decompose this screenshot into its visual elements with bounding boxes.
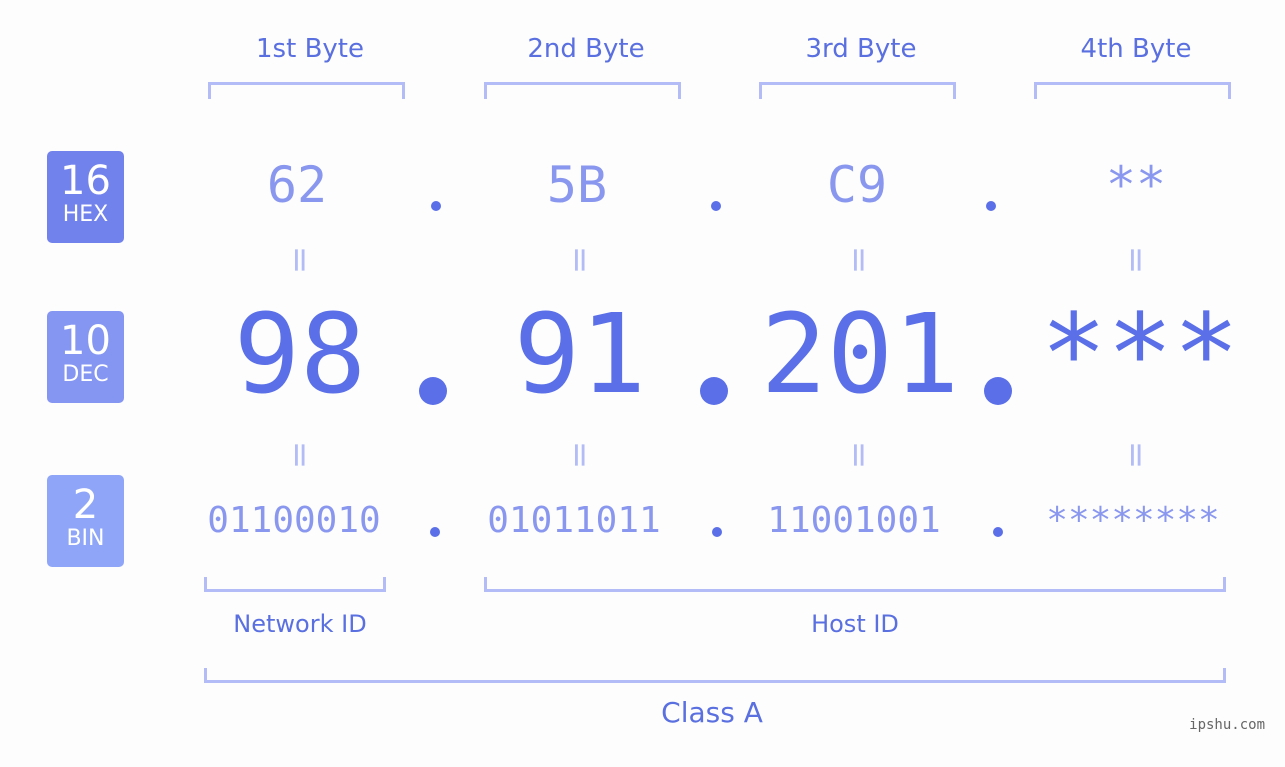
network-id-bracket [204,577,386,592]
byte-header-4: 4th Byte [1080,34,1192,64]
hex-separator-2 [711,201,721,211]
equals-icon: = [839,245,879,275]
bin-separator-2 [712,527,722,537]
class-label: Class A [661,696,763,729]
watermark: ipshu.com [1189,717,1265,733]
bin-label: BIN [66,526,105,551]
equals-icon: = [1116,245,1156,275]
byte-bracket-1 [208,82,405,99]
bin-base: 2 [72,482,99,528]
equals-icon: = [280,440,320,470]
equals-icon: = [839,440,879,470]
host-id-label: Host ID [811,610,899,638]
byte-header-1: 1st Byte [256,34,364,64]
hex-separator-3 [986,201,996,211]
byte-header-3: 3rd Byte [805,34,917,64]
byte-bracket-4 [1034,82,1231,99]
byte-bracket-3 [759,82,956,99]
hex-separator-1 [431,201,441,211]
byte-header-2: 2nd Byte [527,34,645,64]
equals-icon: = [560,245,600,275]
dec-byte-4: *** [1040,290,1240,418]
bin-separator-1 [430,527,440,537]
hex-label: HEX [62,202,109,227]
hex-badge: 16 HEX [47,151,124,243]
equals-icon: = [280,245,320,275]
dec-byte-3: 201 [760,290,960,418]
hex-byte-1: 62 [266,156,328,214]
dec-byte-1: 98 [233,290,367,418]
dec-label: DEC [62,362,109,387]
hex-base: 16 [60,158,111,204]
network-id-label: Network ID [233,610,367,638]
dec-badge: 10 DEC [47,311,124,403]
bin-badge: 2 BIN [47,475,124,567]
host-id-bracket [484,577,1226,592]
equals-icon: = [560,440,600,470]
dec-base: 10 [60,318,111,364]
byte-bracket-2 [484,82,681,99]
dec-separator-3 [984,377,1012,405]
hex-byte-4: ** [1105,156,1167,214]
bin-separator-3 [993,527,1003,537]
bin-byte-3: 11001001 [767,500,941,541]
class-bracket [204,668,1226,683]
dec-separator-1 [419,377,447,405]
equals-icon: = [1116,440,1156,470]
bin-byte-4: ******** [1046,500,1220,541]
bin-byte-1: 01100010 [207,500,381,541]
bin-byte-2: 01011011 [487,500,661,541]
dec-separator-2 [700,377,728,405]
dec-byte-2: 91 [513,290,647,418]
hex-byte-3: C9 [826,156,888,214]
hex-byte-2: 5B [546,156,608,214]
